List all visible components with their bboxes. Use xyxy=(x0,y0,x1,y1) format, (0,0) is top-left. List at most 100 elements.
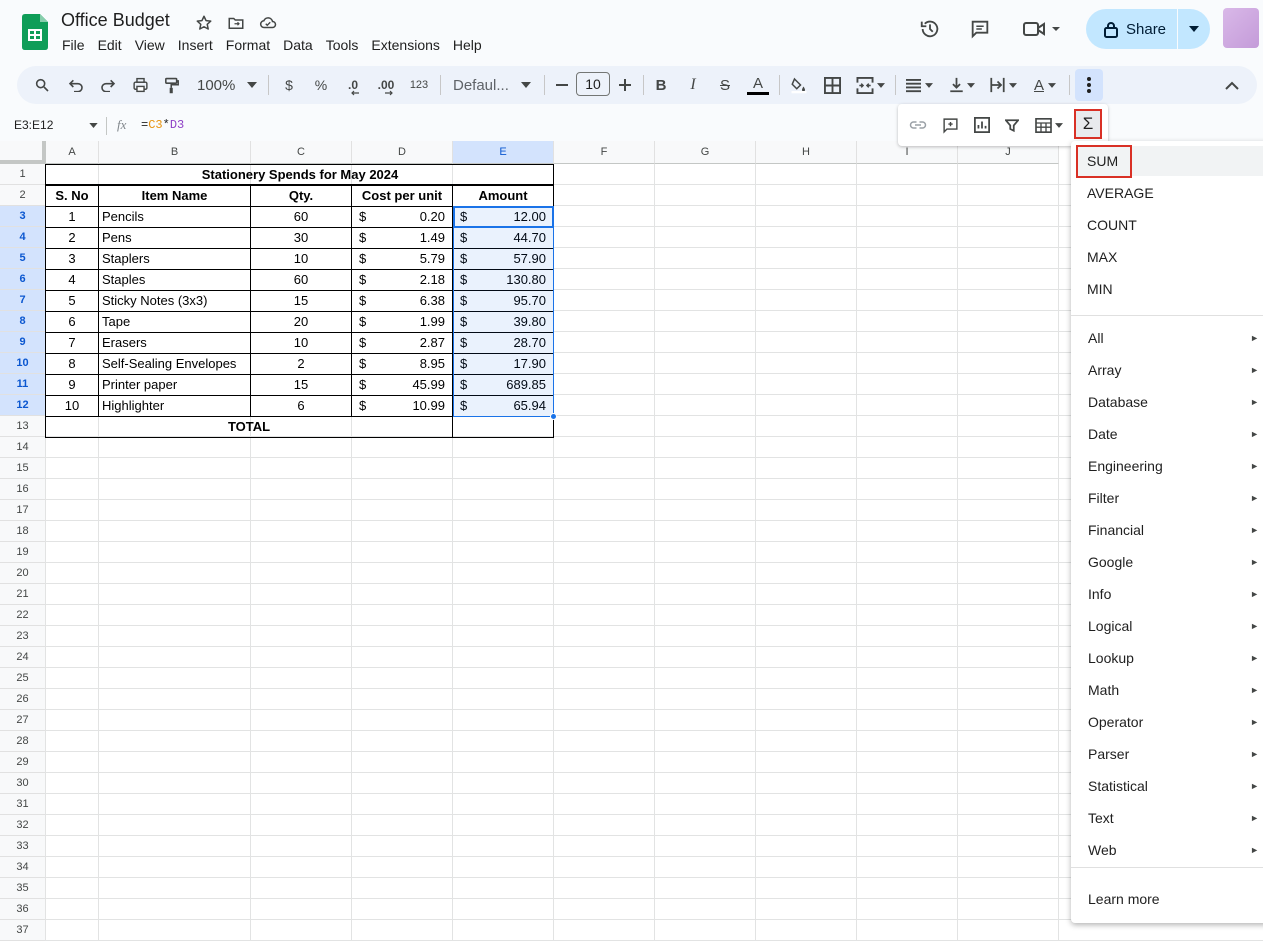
row-header-17[interactable]: 17 xyxy=(0,500,46,521)
vertical-align-icon[interactable] xyxy=(945,71,979,99)
column-header-h[interactable]: H xyxy=(756,141,857,164)
function-count[interactable]: COUNT xyxy=(1071,209,1263,241)
column-header-d[interactable]: D xyxy=(352,141,453,164)
column-header-a[interactable]: A xyxy=(46,141,99,164)
category-array[interactable]: Array ► xyxy=(1071,354,1263,386)
name-box[interactable]: E3:E12 xyxy=(14,118,98,132)
category-database[interactable]: Database ► xyxy=(1071,386,1263,418)
increase-decimal-button[interactable]: .00 xyxy=(371,71,401,99)
category-statistical[interactable]: Statistical ► xyxy=(1071,770,1263,802)
row-header-26[interactable]: 26 xyxy=(0,689,46,710)
row-header-27[interactable]: 27 xyxy=(0,710,46,731)
strikethrough-icon[interactable]: S xyxy=(714,71,736,99)
category-logical[interactable]: Logical ► xyxy=(1071,610,1263,642)
comments-icon[interactable] xyxy=(964,13,996,45)
move-folder-icon[interactable] xyxy=(225,12,247,34)
star-icon[interactable] xyxy=(193,12,215,34)
font-size-input[interactable]: 10 xyxy=(576,72,610,96)
search-menus-icon[interactable] xyxy=(29,71,55,99)
row-header-5[interactable]: 5 xyxy=(0,248,46,269)
insert-comment-icon[interactable] xyxy=(936,111,964,139)
horizontal-align-icon[interactable] xyxy=(901,71,937,99)
row-header-19[interactable]: 19 xyxy=(0,542,46,563)
text-rotation-icon[interactable]: A xyxy=(1027,71,1063,99)
row-header-8[interactable]: 8 xyxy=(0,311,46,332)
menu-format[interactable]: Format xyxy=(226,37,270,53)
filter-icon[interactable] xyxy=(999,111,1025,139)
undo-icon[interactable] xyxy=(63,71,89,99)
row-header-12[interactable]: 12 xyxy=(0,395,46,416)
row-header-13[interactable]: 13 xyxy=(0,416,46,437)
row-header-9[interactable]: 9 xyxy=(0,332,46,353)
menu-tools[interactable]: Tools xyxy=(326,37,359,53)
row-header-31[interactable]: 31 xyxy=(0,794,46,815)
row-header-24[interactable]: 24 xyxy=(0,647,46,668)
row-header-28[interactable]: 28 xyxy=(0,731,46,752)
total-amount-cell[interactable] xyxy=(452,416,554,438)
function-max[interactable]: MAX xyxy=(1071,241,1263,273)
row-header-36[interactable]: 36 xyxy=(0,899,46,920)
row-header-1[interactable]: 1 xyxy=(0,164,46,185)
category-all[interactable]: All ► xyxy=(1071,322,1263,354)
row-header-15[interactable]: 15 xyxy=(0,458,46,479)
insert-link-icon[interactable] xyxy=(904,111,932,139)
row-header-3[interactable]: 3 xyxy=(0,206,46,227)
number-format-button[interactable]: 123 xyxy=(405,71,433,99)
row-header-37[interactable]: 37 xyxy=(0,920,46,941)
row-header-34[interactable]: 34 xyxy=(0,857,46,878)
merge-cells-icon[interactable] xyxy=(852,71,888,99)
column-header-f[interactable]: F xyxy=(554,141,655,164)
category-engineering[interactable]: Engineering ► xyxy=(1071,450,1263,482)
category-google[interactable]: Google ► xyxy=(1071,546,1263,578)
row-header-30[interactable]: 30 xyxy=(0,773,46,794)
zoom-select[interactable]: 100% xyxy=(193,71,259,99)
decrease-font-size-icon[interactable] xyxy=(552,71,572,99)
menu-insert[interactable]: Insert xyxy=(178,37,213,53)
learn-more-link[interactable]: Learn more xyxy=(1071,883,1263,915)
redo-icon[interactable] xyxy=(95,71,121,99)
share-button[interactable]: Share xyxy=(1086,9,1210,49)
row-header-32[interactable]: 32 xyxy=(0,815,46,836)
sheets-logo-icon[interactable] xyxy=(22,14,48,50)
row-header-21[interactable]: 21 xyxy=(0,584,46,605)
row-header-4[interactable]: 4 xyxy=(0,227,46,248)
row-header-6[interactable]: 6 xyxy=(0,269,46,290)
collapse-menus-icon[interactable] xyxy=(1219,71,1245,99)
fill-handle[interactable] xyxy=(550,413,557,420)
column-header-e[interactable]: E xyxy=(453,141,554,164)
category-filter[interactable]: Filter ► xyxy=(1071,482,1263,514)
cloud-saved-icon[interactable] xyxy=(257,12,279,34)
column-header-c[interactable]: C xyxy=(251,141,352,164)
text-color-icon[interactable]: A xyxy=(744,71,772,99)
format-percent-button[interactable]: % xyxy=(309,71,333,99)
borders-icon[interactable] xyxy=(820,71,844,99)
function-average[interactable]: AVERAGE xyxy=(1071,177,1263,209)
decrease-decimal-button[interactable]: .0 xyxy=(340,71,366,99)
row-header-22[interactable]: 22 xyxy=(0,605,46,626)
italic-icon[interactable]: I xyxy=(683,71,703,99)
menu-data[interactable]: Data xyxy=(283,37,313,53)
row-header-16[interactable]: 16 xyxy=(0,479,46,500)
menu-extensions[interactable]: Extensions xyxy=(371,37,439,53)
increase-font-size-icon[interactable] xyxy=(615,71,635,99)
row-header-25[interactable]: 25 xyxy=(0,668,46,689)
row-header-10[interactable]: 10 xyxy=(0,353,46,374)
category-info[interactable]: Info ► xyxy=(1071,578,1263,610)
row-header-18[interactable]: 18 xyxy=(0,521,46,542)
paint-format-icon[interactable] xyxy=(159,71,185,99)
row-header-11[interactable]: 11 xyxy=(0,374,46,395)
menu-help[interactable]: Help xyxy=(453,37,482,53)
font-family-select[interactable]: Defaul... xyxy=(449,71,533,99)
row-header-7[interactable]: 7 xyxy=(0,290,46,311)
fill-color-icon[interactable] xyxy=(787,71,811,99)
row-header-20[interactable]: 20 xyxy=(0,563,46,584)
insert-chart-icon[interactable] xyxy=(968,111,996,139)
print-icon[interactable] xyxy=(127,71,153,99)
row-header-35[interactable]: 35 xyxy=(0,878,46,899)
format-currency-button[interactable]: $ xyxy=(277,71,301,99)
version-history-icon[interactable] xyxy=(914,13,946,45)
filter-views-icon[interactable] xyxy=(1029,111,1069,139)
category-math[interactable]: Math ► xyxy=(1071,674,1263,706)
functions-sigma-button[interactable]: Σ xyxy=(1074,109,1102,139)
category-text[interactable]: Text ► xyxy=(1071,802,1263,834)
